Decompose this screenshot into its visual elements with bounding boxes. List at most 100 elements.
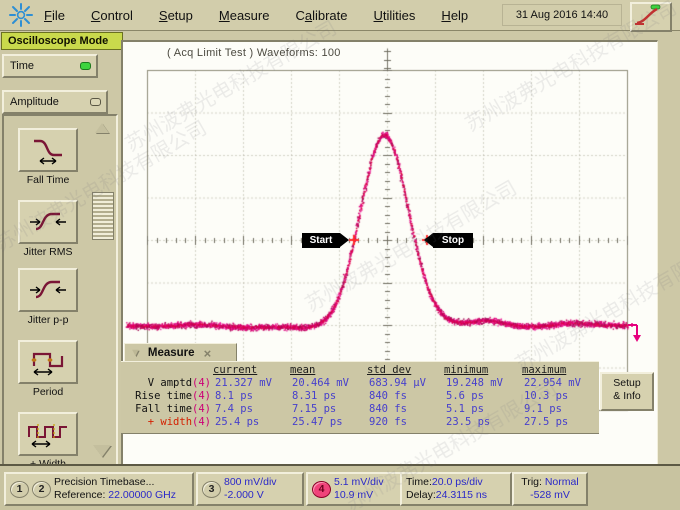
run-acquisition-button[interactable]: [630, 2, 672, 32]
menu-setup[interactable]: Setup: [159, 8, 193, 23]
amplitude-mode-label: Amplitude: [10, 96, 59, 108]
close-icon[interactable]: ×: [204, 346, 212, 361]
cell: 840 fs: [367, 403, 444, 416]
trig-mode: Normal: [545, 476, 579, 488]
menu-file[interactable]: File: [44, 8, 65, 23]
cell: 22.954 mV: [522, 377, 599, 390]
cell: 9.1 ps: [522, 403, 599, 416]
tool-label: Period: [18, 386, 78, 398]
tool-period[interactable]: Period: [18, 340, 78, 398]
tool-label: Jitter RMS: [18, 246, 78, 258]
cell: 920 fs: [367, 416, 444, 429]
start-marker[interactable]: Start: [302, 233, 340, 248]
time-delay-panel[interactable]: Time:20.0 ps/div Delay:24.3115 ns: [400, 472, 512, 506]
tool-jitter-rms[interactable]: Jitter RMS: [18, 200, 78, 258]
channel3-button[interactable]: 3: [202, 481, 221, 498]
triangle-down-icon: [93, 445, 111, 457]
channel2-button[interactable]: 2: [32, 481, 51, 498]
setup-info-button[interactable]: Setup & Info: [600, 372, 654, 411]
reference-label: Reference:: [54, 489, 105, 501]
amplitude-led-icon: [90, 98, 101, 106]
trigger-panel[interactable]: Trig: Normal -528 mV: [512, 472, 588, 506]
scrollbar-thumb[interactable]: [92, 192, 114, 240]
col-maximum: maximum: [522, 364, 599, 377]
col-minimum: minimum: [444, 364, 522, 377]
tool-fall-time[interactable]: Fall Time: [18, 128, 78, 186]
measure-panel: ▼ Measure × current mean std dev minimum…: [121, 343, 599, 432]
cell: 840 fs: [367, 390, 444, 403]
ch4-scale: 5.1 mV/div: [334, 476, 384, 489]
tool-label: Fall Time: [18, 174, 78, 186]
timebase-title: Precision Timebase...: [54, 476, 176, 489]
cell: 21.327 mV: [213, 377, 290, 390]
cell: 5.6 ps: [444, 390, 522, 403]
cell: 7.4 ps: [213, 403, 290, 416]
cell: 23.5 ps: [444, 416, 522, 429]
channel4-panel[interactable]: 4 5.1 mV/div 10.9 mV: [306, 472, 402, 506]
channel1-button[interactable]: 1: [10, 481, 29, 498]
cell: 8.31 ps: [290, 390, 367, 403]
row-label: + width(4): [121, 416, 213, 429]
trig-level: -528 mV: [518, 489, 582, 502]
tool-plus-width[interactable]: + Width: [18, 412, 78, 468]
oscilloscope-screen: File Control Setup Measure Calibrate Uti…: [0, 0, 680, 510]
ch3-scale: 800 mV/div: [224, 476, 277, 489]
channel3-panel[interactable]: 3 800 mV/div -2.000 V: [196, 472, 304, 506]
sidebar: Oscilloscope Mode Time Amplitude Fall Ti…: [0, 30, 118, 466]
ch3-offset: -2.000 V: [224, 489, 277, 502]
cell: 27.5 ps: [522, 416, 599, 429]
cell: 7.15 ps: [290, 403, 367, 416]
jitter-pp-icon: [18, 268, 78, 312]
datetime-display: 31 Aug 2016 14:40: [502, 4, 622, 26]
toolbar-scrollbar[interactable]: [91, 118, 113, 460]
menu-control[interactable]: Control: [91, 8, 133, 23]
collapse-triangle-icon[interactable]: ▼: [130, 347, 141, 359]
time-led-icon: [80, 62, 91, 70]
tool-jitter-pp[interactable]: Jitter p-p: [18, 268, 78, 326]
reference-value: 22.00000 GHz: [108, 489, 176, 501]
cell: 683.94 µV: [367, 377, 444, 390]
measure-tab[interactable]: ▼ Measure ×: [124, 343, 237, 362]
delay-label: Delay:: [406, 489, 436, 501]
menu-help[interactable]: Help: [441, 8, 468, 23]
acq-limit-status: ( Acq Limit Test ) Waveforms: 100: [167, 47, 341, 59]
run-led: [651, 5, 660, 9]
menu-measure[interactable]: Measure: [219, 8, 270, 23]
row-label: Fall time(4): [121, 403, 213, 416]
mode-header: Oscilloscope Mode: [1, 32, 123, 50]
time-label: Time:: [406, 476, 432, 488]
menubar: File Control Setup Measure Calibrate Uti…: [0, 0, 680, 31]
ch4-offset: 10.9 mV: [334, 489, 384, 502]
stop-marker[interactable]: Stop: [433, 233, 473, 248]
col-stddev: std dev: [367, 364, 444, 377]
time-mode-button[interactable]: Time: [2, 54, 98, 78]
channel4-level-marker-icon[interactable]: [626, 322, 646, 349]
menu-utilities[interactable]: Utilities: [374, 8, 416, 23]
amplitude-mode-button[interactable]: Amplitude: [2, 90, 108, 114]
statusbar: 1 2 Precision Timebase... Reference: 22.…: [0, 464, 680, 510]
channel4-button[interactable]: 4: [312, 481, 331, 498]
cell: 5.1 ps: [444, 403, 522, 416]
setup-info-line2: & Info: [602, 390, 652, 403]
col-mean: mean: [290, 364, 367, 377]
fall-time-icon: [18, 128, 78, 172]
agilent-logo-icon: [6, 3, 36, 27]
triangle-up-icon: [95, 123, 109, 133]
cell: 20.464 mV: [290, 377, 367, 390]
menu-calibrate[interactable]: Calibrate: [295, 8, 347, 23]
scroll-down-button[interactable]: [91, 441, 113, 460]
measurement-toolbar: Fall Time Jitter RMS Jit: [2, 114, 118, 468]
jitter-rms-icon: [18, 200, 78, 244]
row-label: V amptd(4): [121, 377, 213, 390]
trig-label: Trig:: [521, 476, 542, 488]
cell: 25.4 ps: [213, 416, 290, 429]
delay-value: 24.3115 ns: [436, 489, 487, 501]
menu-items: File Control Setup Measure Calibrate Uti…: [44, 8, 468, 23]
tool-label: Jitter p-p: [18, 314, 78, 326]
cell: 25.47 ps: [290, 416, 367, 429]
scroll-up-button[interactable]: [91, 118, 113, 137]
timebase-panel[interactable]: 1 2 Precision Timebase... Reference: 22.…: [4, 472, 194, 506]
cell: 19.248 mV: [444, 377, 522, 390]
plus-width-icon: [18, 412, 78, 456]
measure-tab-label: Measure: [148, 347, 195, 359]
